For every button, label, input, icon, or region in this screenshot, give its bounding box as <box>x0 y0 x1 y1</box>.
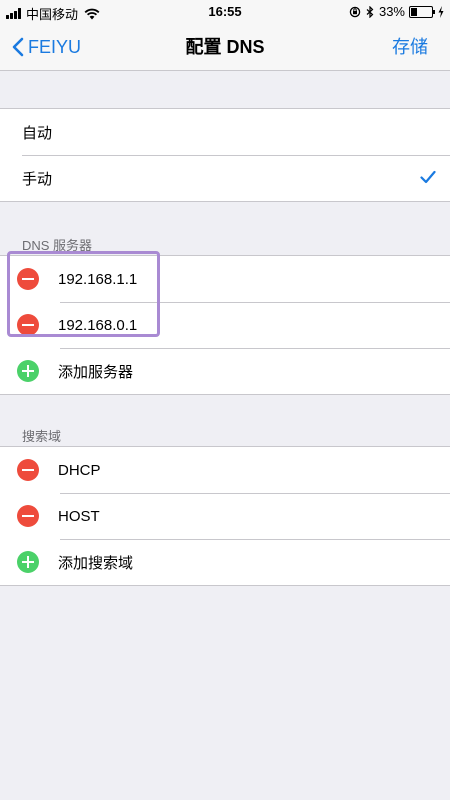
add-server-label: 添加服务器 <box>58 363 134 381</box>
add-search-domain-button[interactable]: 添加搜索域 <box>0 539 450 585</box>
add-icon[interactable] <box>17 551 39 573</box>
battery-percent: 33% <box>378 4 405 19</box>
bluetooth-icon <box>366 5 374 18</box>
search-domain-row: HOST <box>0 493 450 539</box>
delete-icon[interactable] <box>17 314 39 336</box>
checkmark-icon <box>420 170 436 184</box>
dns-server-row: 192.168.1.1 <box>0 256 450 302</box>
dns-mode-group: 自动 手动 <box>0 108 450 202</box>
save-button[interactable]: 存储 <box>392 24 428 70</box>
search-domains-group: DHCP HOST 添加搜索域 <box>0 446 450 586</box>
mode-option-manual[interactable]: 手动 <box>0 155 450 201</box>
dns-servers-header: DNS 服务器 <box>22 238 93 253</box>
navigation-bar: FEIYU 配置 DNS 存储 <box>0 24 450 71</box>
orientation-lock-icon <box>349 6 361 18</box>
search-domains-header: 搜索域 <box>22 429 62 444</box>
dns-servers-group: 192.168.1.1 192.168.0.1 添加服务器 <box>0 255 450 395</box>
add-icon[interactable] <box>17 360 39 382</box>
mode-option-label: 自动 <box>22 124 53 142</box>
dns-server-address[interactable]: 192.168.0.1 <box>58 317 137 334</box>
mode-option-auto[interactable]: 自动 <box>0 109 450 155</box>
battery-icon <box>409 5 435 18</box>
status-right: 33% <box>344 4 444 19</box>
charging-icon <box>438 5 444 18</box>
page-title: 配置 DNS <box>185 37 265 57</box>
add-server-button[interactable]: 添加服务器 <box>0 348 450 394</box>
search-domain-row: DHCP <box>0 447 450 493</box>
delete-icon[interactable] <box>17 505 39 527</box>
search-domain-name[interactable]: DHCP <box>58 462 101 479</box>
delete-icon[interactable] <box>17 268 39 290</box>
dns-server-row: 192.168.0.1 <box>0 302 450 348</box>
dns-server-address[interactable]: 192.168.1.1 <box>58 271 137 288</box>
mode-option-label: 手动 <box>22 170 53 188</box>
search-domain-name[interactable]: HOST <box>58 508 100 525</box>
add-search-domain-label: 添加搜索域 <box>58 554 134 572</box>
status-bar: 中国移动 16:55 33% <box>0 0 450 24</box>
delete-icon[interactable] <box>17 459 39 481</box>
